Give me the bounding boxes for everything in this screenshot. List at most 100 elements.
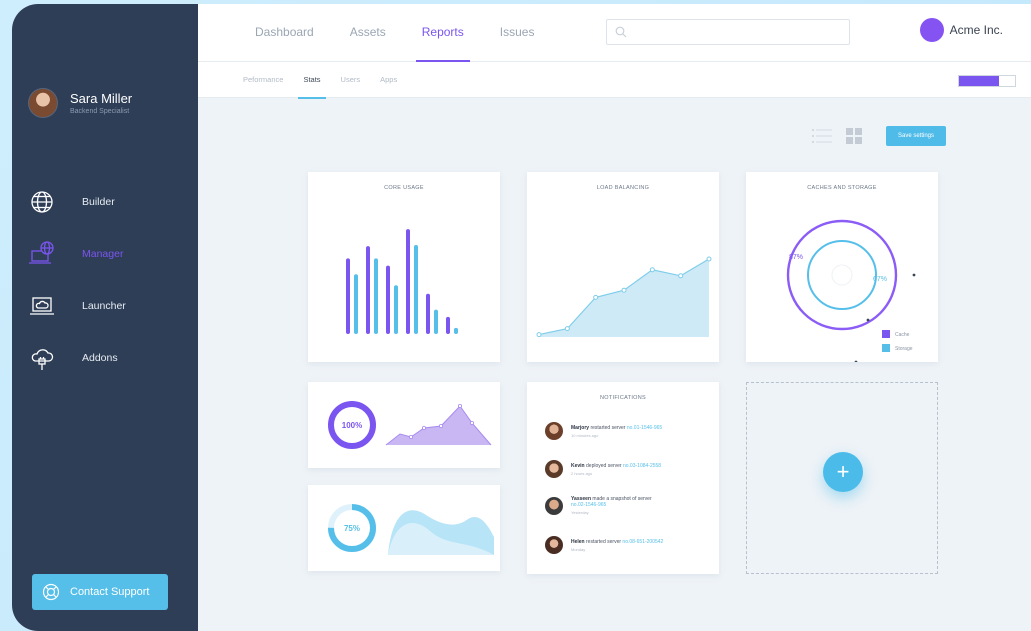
ring-value: 75% [344,524,360,533]
sub-tabs: Peformance Stats Users Apps [243,62,417,99]
notifications-card: NOTIFICATIONS Marjory restarted server n… [527,382,719,574]
sidebar-item-launcher[interactable]: Launcher [28,280,126,332]
top-bar: Dashboard Assets Reports Issues Acme Inc… [198,4,1031,62]
notification-time: 10 minutes ago [571,432,599,438]
notification-item[interactable]: Kevin deployed server no.03-1084-2558 2 … [545,460,661,478]
avatar [28,88,58,118]
core-usage-bar [366,246,370,334]
list-view-icon[interactable] [812,128,832,144]
view-toolbar: Save settings [812,126,946,146]
cache-ring [786,219,898,331]
legend-swatch-cache [882,330,890,338]
subtab-stats[interactable]: Stats [298,62,326,99]
user-profile[interactable]: Sara Miller Backend Specialist [28,88,132,118]
sidebar-item-manager[interactable]: Manager [28,228,126,280]
notification-item[interactable]: Marjory restarted server no.01-1546-965 … [545,422,662,440]
caches-storage-card: CACHES AND STORAGE 87% 67% Cache Storage [746,172,938,362]
globe-icon [31,191,53,213]
user-name: Sara Miller [70,91,133,106]
notification-target: no.02-1546-965 [571,502,607,508]
sidebar-nav: Builder Manager Launcher Addons [28,176,126,384]
notification-text: Kevin deployed server no.03-1084-2558 [571,462,662,469]
marker-dot [866,318,870,322]
sidebar-item-addons[interactable]: Addons [28,332,126,384]
search-icon [615,26,627,38]
avatar [545,460,563,478]
main-tabs: Dashboard Assets Reports Issues [255,4,570,62]
notification-text: Marjory restarted server no.01-1546-965 [571,424,663,431]
core-usage-bar [406,229,410,334]
load-point [678,273,684,279]
add-widget-area[interactable]: + [746,382,938,574]
avatar [545,422,563,440]
sidebar: Sara Miller Backend Specialist Builder M… [12,4,198,631]
card-title: NOTIFICATIONS [600,395,646,401]
core-usage-bar [426,293,430,334]
lifebuoy-icon [42,583,60,601]
load-point [564,326,570,332]
tab-reports[interactable]: Reports [415,4,470,62]
tab-assets[interactable]: Assets [350,4,386,62]
company-logo [919,18,944,42]
progress-bar [958,75,1016,87]
grid-view-icon[interactable] [844,128,864,144]
marker-dot [854,360,858,362]
load-point [621,287,627,293]
mini-stat-chart: 100% [328,401,492,449]
tab-dashboard[interactable]: Dashboard [255,4,314,62]
user-role: Backend Specialist [70,108,130,115]
sidebar-item-label: Launcher [82,300,126,312]
core-usage-bar [446,316,450,334]
add-widget-button[interactable]: + [823,452,863,492]
progress-fill [959,76,1000,86]
app-window: Sara Miller Backend Specialist Builder M… [12,4,1031,631]
laptop-globe-icon [29,241,54,264]
sidebar-item-builder[interactable]: Builder [28,176,126,228]
core-usage-bar [394,285,398,334]
notification-time: 2 hours ago [571,470,593,476]
notification-text: Helen restarted server no.08-651-200542 [571,538,664,545]
core-usage-bar [454,327,458,334]
contact-support-label: Contact Support [70,586,150,598]
subtab-apps[interactable]: Apps [380,62,397,98]
avatar [545,536,563,554]
company-menu[interactable]: Acme Inc. [919,18,1003,42]
core-usage-card: CORE USAGE [308,172,500,362]
notification-time: Yesterday [571,510,589,515]
save-settings-button[interactable]: Save settings [886,126,946,146]
area-fill [386,406,491,445]
sidebar-item-label: Builder [82,196,115,208]
notification-item[interactable]: Yasseen made a snapshot of server no.02-… [545,496,652,515]
company-name: Acme Inc. [949,23,1003,37]
storage-ring [807,240,877,310]
legend-label-storage: Storage [895,346,913,352]
caches-storage-gauge: 87% 67% Cache Storage [786,219,916,362]
legend-swatch-storage [882,344,890,352]
sidebar-item-label: Addons [82,352,118,364]
search-input[interactable] [606,19,850,45]
core-usage-bar [374,258,378,334]
storage-percent: 67% [873,276,887,283]
load-point [649,267,655,273]
notification-item[interactable]: Helen restarted server no.08-651-200542 … [545,536,663,554]
sidebar-item-label: Manager [82,248,124,260]
tab-issues[interactable]: Issues [500,4,535,62]
cache-percent: 87% [789,254,803,261]
load-point [593,294,599,300]
subtab-users[interactable]: Users [341,62,361,98]
load-balancing-card: LOAD BALANCING [527,172,719,362]
mini-stat-chart: 75% [328,504,494,555]
notification-time: Monday [571,546,586,552]
subtab-performance[interactable]: Peformance [243,62,283,98]
laptop-cloud-icon [30,297,54,315]
core-usage-bar [354,274,358,334]
load-point [706,256,712,262]
core-usage-bar [346,258,350,334]
mini-stat-card: 100% [308,382,500,468]
main-content: Dashboard Assets Reports Issues Acme Inc… [198,4,1031,631]
contact-support-button[interactable]: Contact Support [32,574,168,610]
legend-label-cache: Cache [895,332,910,338]
sub-nav: Peformance Stats Users Apps [198,62,1031,99]
marker-dot [912,273,916,277]
load-balancing-chart [536,256,712,338]
